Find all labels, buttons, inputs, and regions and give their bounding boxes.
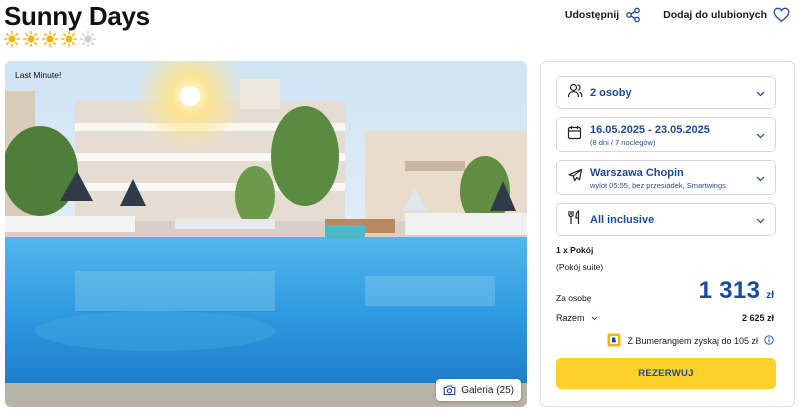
hotel-title: Sunny Days bbox=[4, 1, 150, 31]
departure-details: wylot 05:55, bez przesiadek, Smartwings bbox=[590, 181, 726, 190]
chevron-down-icon bbox=[756, 126, 765, 144]
share-button[interactable]: Udostępnij bbox=[565, 7, 641, 23]
sun-icon bbox=[4, 31, 20, 47]
departure-value: Warszawa Chopin bbox=[590, 167, 684, 179]
info-icon[interactable] bbox=[764, 335, 774, 347]
hotel-photo[interactable]: Last Minute! Galeria (25) bbox=[5, 61, 527, 407]
price-amount: 1 313 bbox=[698, 277, 761, 304]
chevron-down-icon bbox=[591, 313, 598, 323]
gallery-label: Galeria (25) bbox=[461, 384, 514, 396]
total-value: 2 625 zł bbox=[741, 313, 774, 323]
room-count: 1 x Pokój bbox=[556, 245, 594, 255]
sun-icon bbox=[42, 31, 58, 47]
total-label: Razem bbox=[556, 313, 585, 323]
dates-value: 16.05.2025 - 23.05.2025 bbox=[590, 124, 710, 136]
bumerang-logo-icon bbox=[607, 333, 621, 349]
camera-icon bbox=[443, 384, 456, 396]
per-person-label: Za osobę bbox=[556, 293, 592, 303]
share-label: Udostępnij bbox=[564, 9, 620, 21]
hotel-photo-image bbox=[5, 61, 527, 407]
bumerang-text: Z Bumerangiem zyskaj do 105 zł bbox=[627, 336, 758, 346]
room-type: (Pokój suite) bbox=[556, 262, 604, 272]
sun-icon bbox=[80, 31, 96, 47]
heart-icon bbox=[773, 7, 790, 23]
sun-icon bbox=[23, 31, 39, 47]
bumerang-promo: Z Bumerangiem zyskaj do 105 zł bbox=[607, 333, 774, 349]
dates-duration: (8 dni / 7 noclegów) bbox=[590, 138, 656, 147]
fork-knife-icon bbox=[567, 209, 581, 230]
chevron-down-icon bbox=[756, 211, 765, 229]
dates-select[interactable]: 16.05.2025 - 23.05.2025 (8 dni / 7 nocle… bbox=[556, 117, 776, 152]
sun-icon bbox=[61, 31, 77, 47]
favorite-label: Dodaj do ulubionych bbox=[663, 9, 767, 21]
last-minute-badge: Last Minute! bbox=[15, 70, 62, 80]
header-actions: Udostępnij Dodaj do ulubionych bbox=[565, 7, 790, 23]
total-toggle[interactable]: Razem bbox=[556, 313, 598, 323]
guests-value: 2 osoby bbox=[590, 87, 632, 99]
share-icon bbox=[625, 7, 641, 23]
board-value: All inclusive bbox=[590, 214, 655, 226]
person-icon bbox=[567, 82, 583, 103]
departure-select[interactable]: Warszawa Chopin wylot 05:55, bez przesia… bbox=[556, 160, 776, 195]
favorite-button[interactable]: Dodaj do ulubionych bbox=[663, 7, 790, 23]
price-currency: zł bbox=[766, 290, 774, 301]
chevron-down-icon bbox=[756, 84, 765, 102]
calendar-icon bbox=[567, 125, 582, 145]
chevron-down-icon bbox=[756, 169, 765, 187]
plane-icon bbox=[567, 167, 583, 188]
per-person-price: 1 313 zł bbox=[699, 277, 774, 305]
board-select[interactable]: All inclusive bbox=[556, 203, 776, 236]
booking-panel: 2 osoby 16.05.2025 - 23.05.2025 (8 dni /… bbox=[540, 61, 795, 407]
guests-select[interactable]: 2 osoby bbox=[556, 76, 776, 109]
gallery-button[interactable]: Galeria (25) bbox=[436, 379, 521, 401]
reserve-button[interactable]: REZERWUJ bbox=[556, 358, 776, 389]
sun-rating bbox=[4, 31, 96, 47]
